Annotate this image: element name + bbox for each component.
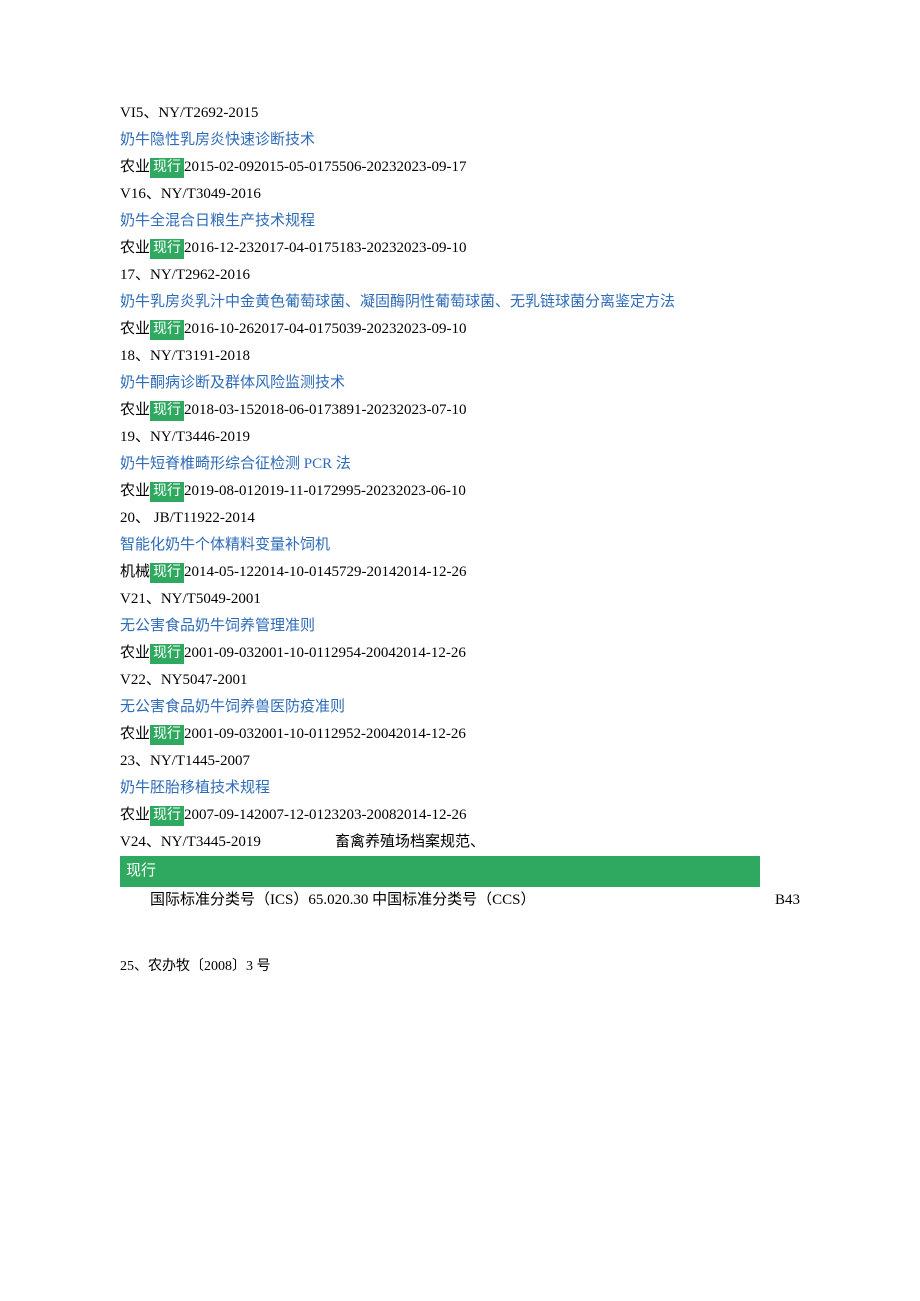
status-bar: 现行 xyxy=(120,856,760,887)
entry-info-line: 农业现行2001-09-032001-10-0112954-20042014-1… xyxy=(120,640,800,667)
ics-label: 国际标准分类号（ICS）65.020.30 中国标准分类号（CCS） xyxy=(150,887,535,914)
entry-dept: 农业 xyxy=(120,321,150,337)
entry-24-code-row: V24、NY/T3445-2019 畜禽养殖场档案规范、 xyxy=(120,829,800,856)
entry-dept: 农业 xyxy=(120,807,150,823)
entry-dept: 农业 xyxy=(120,402,150,418)
standard-list: VI5、NY/T2692-2015奶牛隐性乳房炎快速诊断技术农业现行2015-0… xyxy=(120,100,800,829)
status-badge: 现行 xyxy=(150,563,184,583)
entry-info-line: 农业现行2016-10-262017-04-0175039-20232023-0… xyxy=(120,316,800,343)
status-badge: 现行 xyxy=(150,482,184,502)
status-badge: 现行 xyxy=(150,644,184,664)
entry-code-line: V22、NY5047-2001 xyxy=(120,667,800,694)
entry-info: 2016-10-262017-04-0175039-20232023-09-10 xyxy=(184,321,466,337)
entry-title[interactable]: 无公害食品奶牛饲养兽医防疫准则 xyxy=(120,694,800,721)
status-badge: 现行 xyxy=(150,158,184,178)
ccs-code: B43 xyxy=(775,887,800,914)
entry-title[interactable]: 奶牛隐性乳房炎快速诊断技术 xyxy=(120,127,800,154)
entry-info: 2001-09-032001-10-0112952-20042014-12-26 xyxy=(184,726,466,742)
entry-dept: 农业 xyxy=(120,240,150,256)
entry-info: 2001-09-032001-10-0112954-20042014-12-26 xyxy=(184,645,466,661)
entry-title[interactable]: 奶牛乳房炎乳汁中金黄色葡萄球菌、凝固酶阴性葡萄球菌、无乳链球菌分离鉴定方法 xyxy=(120,289,800,316)
entry-info: 2015-02-092015-05-0175506-20232023-09-17 xyxy=(184,159,466,175)
status-badge: 现行 xyxy=(150,320,184,340)
entry-prefix: V24、 xyxy=(120,834,161,850)
entry-info: 2018-03-152018-06-0173891-20232023-07-10 xyxy=(184,402,466,418)
entry-info: 2019-08-012019-11-0172995-20232023-06-10 xyxy=(184,483,466,499)
entry-info-line: 农业现行2018-03-152018-06-0173891-20232023-0… xyxy=(120,397,800,424)
entry-title[interactable]: 奶牛胚胎移植技术规程 xyxy=(120,775,800,802)
entry-info-line: 机械现行2014-05-122014-10-0145729-20142014-1… xyxy=(120,559,800,586)
entry-title[interactable]: 智能化奶牛个体精料变量补饲机 xyxy=(120,532,800,559)
entry-info-line: 农业现行2016-12-232017-04-0175183-20232023-0… xyxy=(120,235,800,262)
entry-code-line: V16、NY/T3049-2016 xyxy=(120,181,800,208)
entry-info-line: 农业现行2001-09-032001-10-0112952-20042014-1… xyxy=(120,721,800,748)
entry-code: NY/T3445-2019 xyxy=(161,834,261,850)
entry-code-line: 23、NY/T1445-2007 xyxy=(120,748,800,775)
entry-info: 2007-09-142007-12-0123203-20082014-12-26 xyxy=(184,807,466,823)
entry-24-extra: 畜禽养殖场档案规范、 xyxy=(335,829,485,856)
entry-code-line: 19、NY/T3446-2019 xyxy=(120,424,800,451)
entry-dept: 农业 xyxy=(120,483,150,499)
entry-info: 2014-05-122014-10-0145729-20142014-12-26 xyxy=(184,564,466,580)
entry-info-line: 农业现行2019-08-012019-11-0172995-20232023-0… xyxy=(120,478,800,505)
footnote: 25、农办牧〔2008〕3 号 xyxy=(120,954,800,979)
entry-code-line: 20、 JB/T11922-2014 xyxy=(120,505,800,532)
entry-title[interactable]: 无公害食品奶牛饲养管理准则 xyxy=(120,613,800,640)
entry-title[interactable]: 奶牛酮病诊断及群体风险监测技术 xyxy=(120,370,800,397)
status-badge: 现行 xyxy=(150,806,184,826)
entry-code-line: V21、NY/T5049-2001 xyxy=(120,586,800,613)
entry-info: 2016-12-232017-04-0175183-20232023-09-10 xyxy=(184,240,466,256)
entry-dept: 农业 xyxy=(120,645,150,661)
entry-code-line: 17、NY/T2962-2016 xyxy=(120,262,800,289)
ics-row: 国际标准分类号（ICS）65.020.30 中国标准分类号（CCS） B43 xyxy=(120,887,800,914)
status-badge-text: 现行 xyxy=(126,863,156,879)
entry-info-line: 农业现行2007-09-142007-12-0123203-20082014-1… xyxy=(120,802,800,829)
entry-code-line: 18、NY/T3191-2018 xyxy=(120,343,800,370)
entry-code-line: VI5、NY/T2692-2015 xyxy=(120,100,800,127)
entry-dept: 农业 xyxy=(120,159,150,175)
entry-info-line: 农业现行2015-02-092015-05-0175506-20232023-0… xyxy=(120,154,800,181)
status-badge: 现行 xyxy=(150,239,184,259)
status-badge: 现行 xyxy=(150,401,184,421)
entry-dept: 农业 xyxy=(120,726,150,742)
entry-title[interactable]: 奶牛全混合日粮生产技术规程 xyxy=(120,208,800,235)
entry-title[interactable]: 奶牛短脊椎畸形综合征检测 PCR 法 xyxy=(120,451,800,478)
entry-dept: 机械 xyxy=(120,564,150,580)
status-badge: 现行 xyxy=(150,725,184,745)
